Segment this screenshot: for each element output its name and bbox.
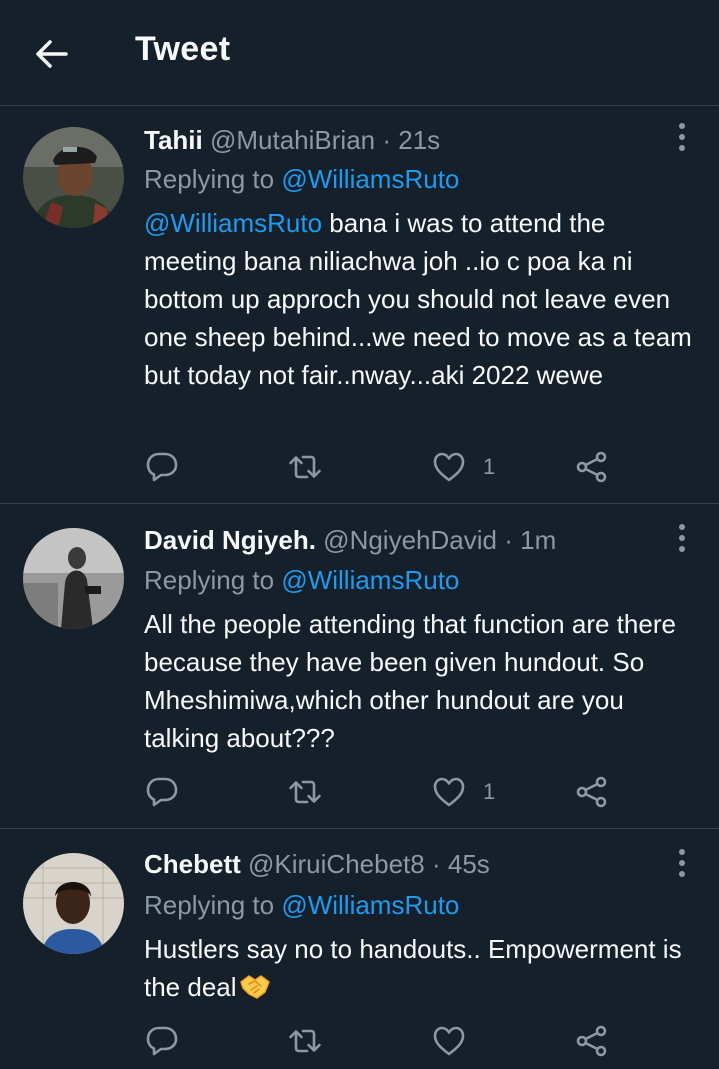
tweet-item[interactable]: Chebett @KiruiChebet8 · 45s Replying to … [0, 829, 719, 1069]
top-bar: Tweet [0, 0, 719, 106]
separator-dot: · [504, 525, 513, 555]
user-handle[interactable]: @MutahiBrian [210, 125, 375, 155]
replying-to-link[interactable]: @WilliamsRuto [281, 890, 459, 920]
replying-to: Replying to @WilliamsRuto [144, 888, 459, 922]
tweet-text: @WilliamsRuto bana i was to attend the m… [144, 204, 704, 394]
like-button[interactable]: 1 [431, 774, 495, 810]
tweet-actions: 1 [144, 449, 624, 485]
replying-to-label: Replying to [144, 565, 275, 595]
tweet-actions: 1 [144, 774, 624, 810]
more-vertical-icon [664, 119, 700, 155]
like-count: 1 [483, 454, 496, 479]
share-button[interactable] [574, 774, 610, 810]
handshake-emoji-icon [239, 975, 270, 999]
reply-icon [144, 449, 180, 485]
arrow-left-icon [36, 40, 68, 68]
like-button[interactable] [431, 1023, 483, 1059]
replying-to: Replying to @WilliamsRuto [144, 563, 459, 597]
replying-to-label: Replying to [144, 890, 275, 920]
user-handle[interactable]: @KiruiChebet8 [248, 849, 425, 879]
avatar[interactable] [23, 853, 124, 954]
share-icon [574, 774, 610, 810]
tweet-text: All the people attending that function a… [144, 609, 676, 753]
timestamp[interactable]: 1m [520, 525, 556, 555]
replying-to: Replying to @WilliamsRuto [144, 162, 459, 196]
retweet-button[interactable] [287, 449, 323, 485]
retweet-button[interactable] [287, 1023, 323, 1059]
more-options-button[interactable] [664, 520, 700, 556]
separator-dot: · [382, 125, 392, 155]
heart-icon [431, 1023, 467, 1059]
share-button[interactable] [574, 449, 610, 485]
reply-button[interactable] [144, 1023, 180, 1059]
heart-icon [431, 774, 467, 810]
reply-icon [144, 1023, 180, 1059]
mention-link[interactable]: @WilliamsRuto [144, 208, 322, 238]
display-name[interactable]: David Ngiyeh. [144, 525, 316, 555]
tweet-item[interactable]: Tahii @MutahiBrian · 21s Replying to @Wi… [0, 106, 719, 504]
share-icon [574, 1023, 610, 1059]
user-handle[interactable]: @NgiyehDavid [323, 525, 497, 555]
separator-dot: · [431, 849, 441, 879]
retweet-icon [287, 1023, 323, 1059]
share-icon [574, 449, 610, 485]
tweet-text-content: Hustlers say no to handouts.. Empowermen… [144, 934, 682, 1002]
avatar[interactable] [23, 127, 124, 228]
heart-icon [431, 449, 467, 485]
retweet-button[interactable] [287, 774, 323, 810]
avatar[interactable] [23, 528, 124, 629]
display-name[interactable]: Chebett [144, 849, 241, 879]
more-options-button[interactable] [664, 119, 700, 155]
like-button[interactable]: 1 [431, 449, 495, 485]
reply-button[interactable] [144, 449, 180, 485]
like-count: 1 [483, 779, 496, 804]
share-button[interactable] [574, 1023, 610, 1059]
replying-to-link[interactable]: @WilliamsRuto [281, 565, 459, 595]
replying-to-link[interactable]: @WilliamsRuto [281, 164, 459, 194]
tweet-actions [144, 1023, 624, 1059]
display-name[interactable]: Tahii [144, 125, 203, 155]
tweet-header: Tahii @MutahiBrian · 21s [144, 123, 440, 157]
timestamp[interactable]: 21s [398, 125, 440, 155]
tweet-header: David Ngiyeh. @NgiyehDavid · 1m [144, 523, 556, 557]
tweet-item[interactable]: David Ngiyeh. @NgiyehDavid · 1m Replying… [0, 504, 719, 829]
reply-button[interactable] [144, 774, 180, 810]
timestamp[interactable]: 45s [448, 849, 490, 879]
more-options-button[interactable] [664, 845, 700, 881]
more-vertical-icon [664, 520, 700, 556]
more-vertical-icon [664, 845, 700, 881]
replying-to-label: Replying to [144, 164, 275, 194]
tweet-text: Hustlers say no to handouts.. Empowermen… [144, 930, 704, 1006]
tweet-header: Chebett @KiruiChebet8 · 45s [144, 847, 490, 881]
reply-icon [144, 774, 180, 810]
retweet-icon [287, 449, 323, 485]
retweet-icon [287, 774, 323, 810]
page-title: Tweet [135, 30, 231, 68]
back-button[interactable] [30, 32, 74, 76]
